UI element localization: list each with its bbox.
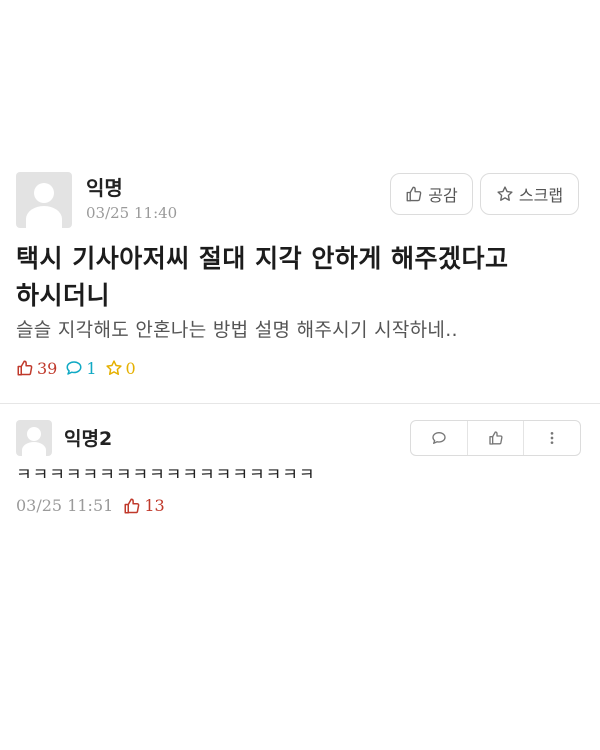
avatar: [16, 172, 72, 228]
scrap-button-label: 스크랩: [518, 186, 564, 205]
comment-count: 1: [65, 358, 97, 378]
star-icon: [105, 359, 123, 377]
avatar-body: [22, 442, 46, 456]
post-title: 택시 기사아저씨 절대 지각 안하게 해주겠다고 하시더니: [16, 244, 509, 310]
thumbs-up-icon: [123, 497, 141, 515]
post-stats: 39 1 0: [16, 356, 144, 380]
post-body: 슬슬 지각해도 안혼나는 방법 설명 해주시기 시작하네..: [16, 319, 458, 341]
comment-like-count: 13: [123, 496, 165, 515]
comment-icon: [65, 359, 83, 377]
comment-time: 03/25 11:51: [16, 496, 114, 515]
comment-count-value: 1: [86, 358, 97, 378]
avatar-body: [26, 206, 62, 228]
more-vertical-icon: [544, 430, 560, 446]
comment-actions: [410, 420, 581, 456]
post-time: 03/25 11:40: [86, 204, 178, 222]
comment-text: ㅋㅋㅋㅋㅋㅋㅋㅋㅋㅋㅋㅋㅋㅋㅋㅋㅋㅋ: [16, 465, 316, 485]
thumbs-up-icon: [488, 430, 504, 446]
post-author: 익명: [86, 176, 123, 200]
like-count-value: 39: [37, 358, 58, 378]
thumbs-up-icon: [405, 185, 423, 203]
like-button-label: 공감: [428, 186, 458, 205]
reply-button[interactable]: [411, 421, 468, 455]
avatar-head: [34, 183, 54, 203]
thumbs-up-icon: [16, 359, 34, 377]
divider: [0, 403, 600, 404]
comment-like-button[interactable]: [468, 421, 525, 455]
scrap-button[interactable]: 스크랩: [480, 173, 579, 215]
like-button[interactable]: 공감: [390, 173, 473, 215]
avatar-head: [27, 427, 41, 441]
comment-like-count-value: 13: [144, 496, 165, 515]
star-icon: [496, 185, 514, 203]
like-count: 39: [16, 359, 57, 378]
scrap-count: 0: [105, 359, 136, 378]
comment-meta: 03/25 11:51 13: [16, 496, 165, 515]
reply-icon: [431, 430, 447, 446]
more-options-button[interactable]: [524, 421, 580, 455]
avatar: [16, 420, 52, 456]
scrap-count-value: 0: [125, 358, 136, 378]
comment-author: 익명2: [64, 428, 113, 450]
